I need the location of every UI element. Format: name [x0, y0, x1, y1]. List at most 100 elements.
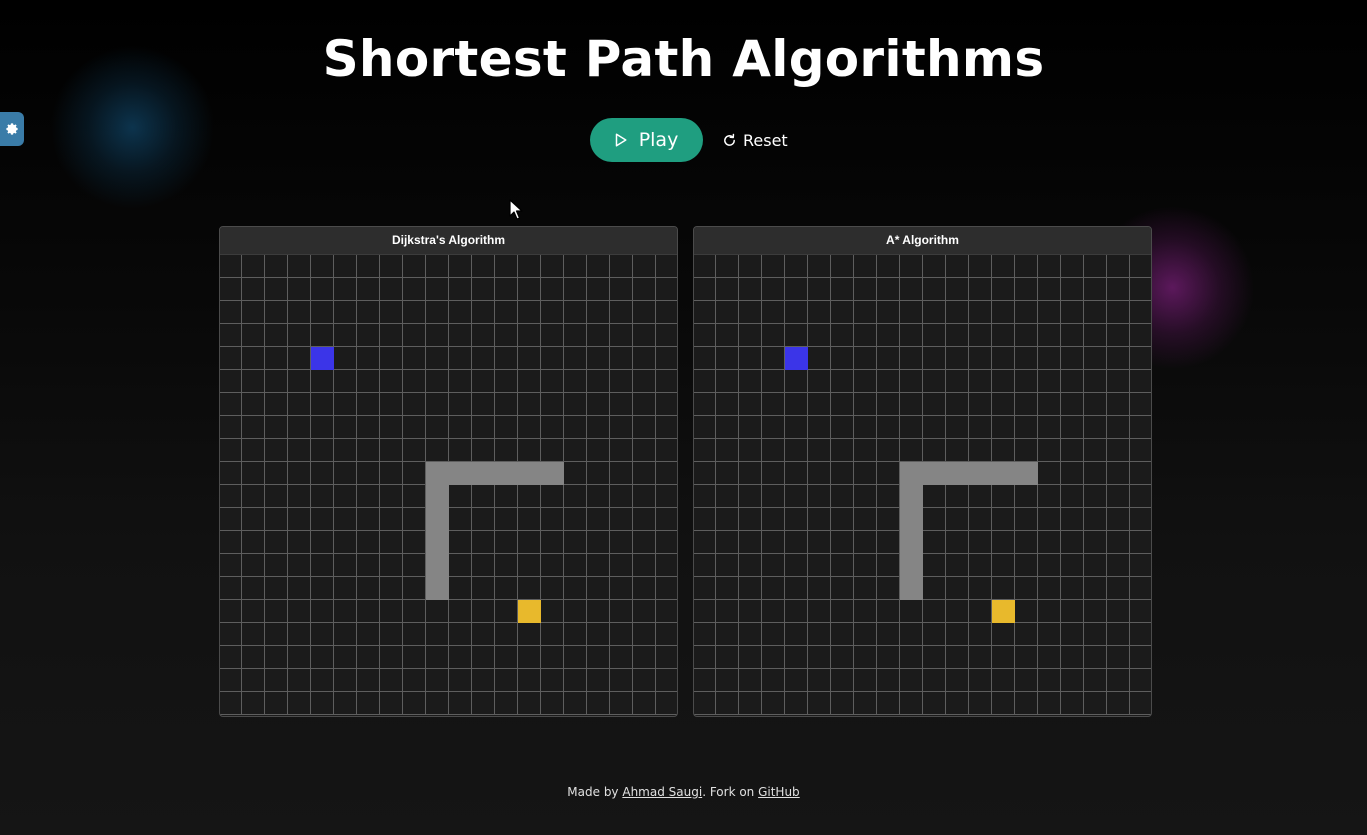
grid-cell[interactable]: [265, 577, 288, 600]
grid-cell[interactable]: [633, 508, 656, 531]
grid-cell[interactable]: [854, 623, 877, 646]
grid-cell[interactable]: [265, 439, 288, 462]
grid-cell[interactable]: [1084, 439, 1107, 462]
grid-cell[interactable]: [495, 416, 518, 439]
grid-cell[interactable]: [1130, 485, 1151, 508]
grid-cell[interactable]: [1061, 485, 1084, 508]
grid-cell[interactable]: [762, 646, 785, 669]
grid-cell[interactable]: [541, 577, 564, 600]
grid-cell[interactable]: [587, 623, 610, 646]
grid-cell[interactable]: [242, 347, 265, 370]
wall-cell[interactable]: [426, 577, 449, 600]
grid-cell[interactable]: [449, 554, 472, 577]
grid-cell[interactable]: [380, 255, 403, 278]
grid-cell[interactable]: [610, 669, 633, 692]
grid-cell[interactable]: [694, 416, 716, 439]
grid-cell[interactable]: [923, 324, 946, 347]
grid-cell[interactable]: [694, 255, 716, 278]
grid-cell[interactable]: [265, 646, 288, 669]
grid-cell[interactable]: [633, 692, 656, 715]
grid-cell[interactable]: [472, 600, 495, 623]
grid-cell[interactable]: [380, 439, 403, 462]
wall-cell[interactable]: [426, 462, 449, 485]
wall-cell[interactable]: [900, 577, 923, 600]
grid-cell[interactable]: [610, 347, 633, 370]
grid-cell[interactable]: [716, 347, 739, 370]
grid-cell[interactable]: [656, 439, 677, 462]
grid-cell[interactable]: [854, 531, 877, 554]
grid-cell[interactable]: [242, 623, 265, 646]
grid-cell[interactable]: [288, 347, 311, 370]
grid-cell[interactable]: [472, 416, 495, 439]
grid-cell[interactable]: [380, 462, 403, 485]
grid-cell[interactable]: [694, 554, 716, 577]
grid-cell[interactable]: [1038, 554, 1061, 577]
grid-cell[interactable]: [633, 416, 656, 439]
grid-cell[interactable]: [854, 301, 877, 324]
grid-cell[interactable]: [1107, 577, 1130, 600]
grid-cell[interactable]: [357, 462, 380, 485]
author-link[interactable]: Ahmad Saugi: [622, 785, 702, 799]
grid-cell[interactable]: [495, 531, 518, 554]
grid-cell[interactable]: [831, 347, 854, 370]
grid-cell[interactable]: [969, 347, 992, 370]
grid-cell[interactable]: [403, 508, 426, 531]
grid-cell[interactable]: [1015, 646, 1038, 669]
grid-cell[interactable]: [449, 416, 472, 439]
grid-cell[interactable]: [1130, 623, 1151, 646]
grid-cell[interactable]: [288, 393, 311, 416]
grid-cell[interactable]: [220, 416, 242, 439]
grid-cell[interactable]: [808, 646, 831, 669]
grid-cell[interactable]: [656, 370, 677, 393]
grid-cell[interactable]: [564, 554, 587, 577]
grid-cell[interactable]: [220, 600, 242, 623]
grid-cell[interactable]: [472, 554, 495, 577]
grid-cell[interactable]: [1061, 324, 1084, 347]
grid-cell[interactable]: [472, 278, 495, 301]
grid-cell[interactable]: [265, 554, 288, 577]
grid-cell[interactable]: [1130, 416, 1151, 439]
grid-cell[interactable]: [610, 485, 633, 508]
grid-cell[interactable]: [220, 255, 242, 278]
grid-cell[interactable]: [495, 508, 518, 531]
wall-cell[interactable]: [426, 554, 449, 577]
grid-cell[interactable]: [923, 600, 946, 623]
grid-cell[interactable]: [808, 393, 831, 416]
grid-cell[interactable]: [610, 301, 633, 324]
grid-cell[interactable]: [900, 669, 923, 692]
grid-cell[interactable]: [808, 508, 831, 531]
grid-cell[interactable]: [1084, 508, 1107, 531]
grid-cell[interactable]: [694, 370, 716, 393]
grid-cell[interactable]: [449, 324, 472, 347]
grid-cell[interactable]: [495, 324, 518, 347]
grid-cell[interactable]: [472, 324, 495, 347]
grid-cell[interactable]: [265, 370, 288, 393]
grid-cell[interactable]: [311, 646, 334, 669]
grid-cell[interactable]: [694, 646, 716, 669]
grid-cell[interactable]: [969, 278, 992, 301]
grid-cell[interactable]: [288, 324, 311, 347]
grid-cell[interactable]: [900, 301, 923, 324]
grid-cell[interactable]: [587, 577, 610, 600]
grid-cell[interactable]: [785, 439, 808, 462]
grid-cell[interactable]: [311, 324, 334, 347]
grid-cell[interactable]: [1061, 669, 1084, 692]
grid-cell[interactable]: [564, 692, 587, 715]
grid-cell[interactable]: [762, 393, 785, 416]
grid-cell[interactable]: [426, 393, 449, 416]
wall-cell[interactable]: [426, 531, 449, 554]
grid-cell[interactable]: [716, 577, 739, 600]
grid-cell[interactable]: [831, 692, 854, 715]
grid-cell[interactable]: [380, 623, 403, 646]
wall-cell[interactable]: [472, 462, 495, 485]
grid-cell[interactable]: [1130, 393, 1151, 416]
grid-cell[interactable]: [426, 324, 449, 347]
grid-cell[interactable]: [716, 646, 739, 669]
grid-cell[interactable]: [969, 646, 992, 669]
grid-cell[interactable]: [762, 324, 785, 347]
grid-cell[interactable]: [739, 416, 762, 439]
grid-cell[interactable]: [380, 554, 403, 577]
grid-cell[interactable]: [1084, 623, 1107, 646]
grid-cell[interactable]: [808, 623, 831, 646]
grid-cell[interactable]: [242, 278, 265, 301]
